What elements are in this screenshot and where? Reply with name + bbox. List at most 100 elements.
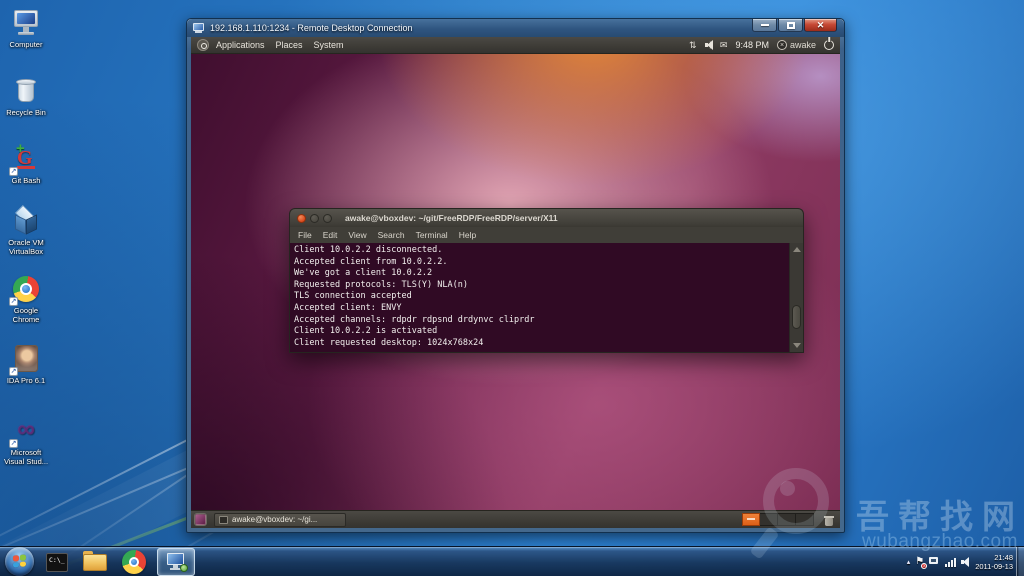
hidden-icons-arrow[interactable]: ▴ <box>907 558 911 566</box>
recycle-bin-icon <box>11 76 41 106</box>
cmd-icon: C:\_ <box>46 553 68 572</box>
terminal-menu-view[interactable]: View <box>348 230 366 240</box>
terminal-line: Client 10.0.2.2 disconnected. <box>294 245 787 257</box>
desktop-icon-chrome[interactable]: ↗ Google Chrome <box>0 274 52 324</box>
desktop-icon-recycle-bin[interactable]: Recycle Bin <box>0 76 52 117</box>
mail-icon[interactable]: ✉ <box>720 40 728 50</box>
ubuntu-clock[interactable]: 9:48 PM <box>735 40 769 50</box>
show-desktop-icon[interactable] <box>195 514 206 525</box>
maximize-icon <box>787 22 795 29</box>
shortcut-arrow-icon: ↗ <box>9 367 18 376</box>
scroll-down-icon[interactable] <box>793 343 801 348</box>
computer-icon <box>11 8 41 38</box>
visual-studio-icon: ∞ ↗ <box>11 416 41 446</box>
windows-taskbar: C:\_ ▴ ⚑x 21:48 2011-09-13 <box>0 546 1024 576</box>
volume-tray-icon[interactable] <box>961 557 970 567</box>
taskbar-window-button[interactable]: awake@vboxdev: ~/gi... <box>214 513 346 527</box>
terminal-menu-search[interactable]: Search <box>378 230 405 240</box>
network-tray-icon[interactable] <box>929 557 940 567</box>
workspace-4[interactable] <box>796 513 814 526</box>
terminal-line: Requested protocols: TLS(Y) NLA(n) <box>294 280 787 292</box>
scrollbar-thumb[interactable] <box>792 305 801 329</box>
rdp-window-title: 192.168.1.110:1234 - Remote Desktop Conn… <box>210 23 412 33</box>
ubuntu-bottom-panel: awake@vboxdev: ~/gi... <box>191 510 840 528</box>
workspace-2[interactable] <box>760 513 778 526</box>
taskbar-cmd-button[interactable]: C:\_ <box>44 550 70 574</box>
desktop-icon-git-bash[interactable]: + G ↗ Git Bash <box>0 144 52 185</box>
terminal-line: Client 10.0.2.2 is activated <box>294 326 787 338</box>
close-icon: ✕ <box>817 21 825 30</box>
chrome-icon <box>122 550 146 574</box>
terminal-output[interactable]: Client 10.0.2.2 disconnected. Accepted c… <box>289 243 804 353</box>
menu-applications[interactable]: Applications <box>216 40 265 50</box>
terminal-line: Accepted client from 10.0.2.2. <box>294 257 787 269</box>
scroll-up-icon[interactable] <box>793 247 801 252</box>
terminal-menu-file[interactable]: File <box>298 230 312 240</box>
desktop-icon-visual-studio[interactable]: ∞ ↗ Microsoft Visual Stud... <box>0 416 52 466</box>
desktop-icon-label: Git Bash <box>0 176 52 185</box>
rdp-icon <box>166 553 186 571</box>
terminal-menu-terminal[interactable]: Terminal <box>416 230 448 240</box>
workspace-3[interactable] <box>778 513 796 526</box>
taskbar-explorer-button[interactable] <box>82 550 108 574</box>
taskbar-window-label: awake@vboxdev: ~/gi... <box>232 515 317 524</box>
desktop-icon-ida-pro[interactable]: ↗ IDA Pro 6.1 <box>0 344 52 385</box>
taskbar-chrome-button[interactable] <box>121 550 147 574</box>
shortcut-arrow-icon: ↗ <box>9 167 18 176</box>
desktop-icon-label: Google Chrome <box>0 306 52 324</box>
taskbar-clock[interactable]: 21:48 2011-09-13 <box>975 553 1013 571</box>
rdp-app-icon <box>193 23 205 34</box>
workspace-switcher <box>742 513 814 526</box>
terminal-menu-edit[interactable]: Edit <box>323 230 338 240</box>
folder-icon <box>83 554 107 571</box>
rdp-window: 192.168.1.110:1234 - Remote Desktop Conn… <box>186 18 845 533</box>
show-desktop-button[interactable] <box>1016 547 1024 576</box>
terminal-menu-help[interactable]: Help <box>459 230 476 240</box>
rdp-titlebar[interactable]: 192.168.1.110:1234 - Remote Desktop Conn… <box>187 19 844 37</box>
ubuntu-logo-icon[interactable] <box>197 39 209 51</box>
action-center-flag-icon[interactable]: ⚑x <box>915 557 924 567</box>
start-button[interactable] <box>5 547 34 576</box>
clock-date: 2011-09-13 <box>975 562 1013 571</box>
desktop-icon-label: Oracle VM VirtualBox <box>0 238 52 256</box>
desktop-icon-computer[interactable]: Computer <box>0 8 52 49</box>
shortcut-arrow-icon: ↗ <box>9 297 18 306</box>
ubuntu-top-panel: Applications Places System ⇅ ) ✉ 9:48 PM… <box>191 37 840 54</box>
desktop-icon-virtualbox[interactable]: Oracle VM VirtualBox <box>0 206 52 256</box>
terminal-maximize-button[interactable] <box>323 214 332 223</box>
menu-places[interactable]: Places <box>276 40 303 50</box>
windows-logo-icon <box>13 554 26 567</box>
chrome-icon: ↗ <box>11 274 41 304</box>
terminal-line: We've got a client 10.0.2.2 <box>294 268 787 280</box>
menu-system[interactable]: System <box>314 40 344 50</box>
shortcut-arrow-icon: ↗ <box>9 439 18 448</box>
close-button[interactable]: ✕ <box>804 19 837 32</box>
power-icon[interactable] <box>824 40 834 50</box>
workspace-1-active[interactable] <box>742 513 760 526</box>
volume-icon[interactable]: ) <box>705 40 712 50</box>
desktop-icon-label: IDA Pro 6.1 <box>0 376 52 385</box>
network-updown-icon[interactable]: ⇅ <box>689 40 697 50</box>
clock-time: 21:48 <box>975 553 1013 562</box>
terminal-window: awake@vboxdev: ~/git/FreeRDP/FreeRDP/ser… <box>289 208 804 353</box>
minimize-button[interactable] <box>752 19 777 32</box>
desktop-icon-label: Recycle Bin <box>0 108 52 117</box>
terminal-title: awake@vboxdev: ~/git/FreeRDP/FreeRDP/ser… <box>345 213 558 223</box>
taskbar-rdp-button-active[interactable] <box>157 548 195 576</box>
username-label: awake <box>790 40 816 50</box>
wireless-signal-icon[interactable] <box>945 557 956 567</box>
ida-pro-icon: ↗ <box>11 344 41 374</box>
terminal-line: Accepted channels: rdpdr rdpsnd drdynvc … <box>294 315 787 327</box>
terminal-close-button[interactable] <box>297 214 306 223</box>
action-center-error-badge: x <box>921 563 927 569</box>
terminal-scrollbar[interactable] <box>789 243 803 352</box>
terminal-minimize-button[interactable] <box>310 214 319 223</box>
desktop-icon-label: Computer <box>0 40 52 49</box>
rdp-client-area: Applications Places System ⇅ ) ✉ 9:48 PM… <box>191 37 840 528</box>
maximize-button[interactable] <box>778 19 803 32</box>
terminal-line: TLS connection accepted <box>294 291 787 303</box>
trash-icon[interactable] <box>824 514 834 526</box>
terminal-titlebar[interactable]: awake@vboxdev: ~/git/FreeRDP/FreeRDP/ser… <box>289 208 804 227</box>
me-menu[interactable]: × awake <box>777 40 816 50</box>
terminal-line: Accepted client: ENVY <box>294 303 787 315</box>
